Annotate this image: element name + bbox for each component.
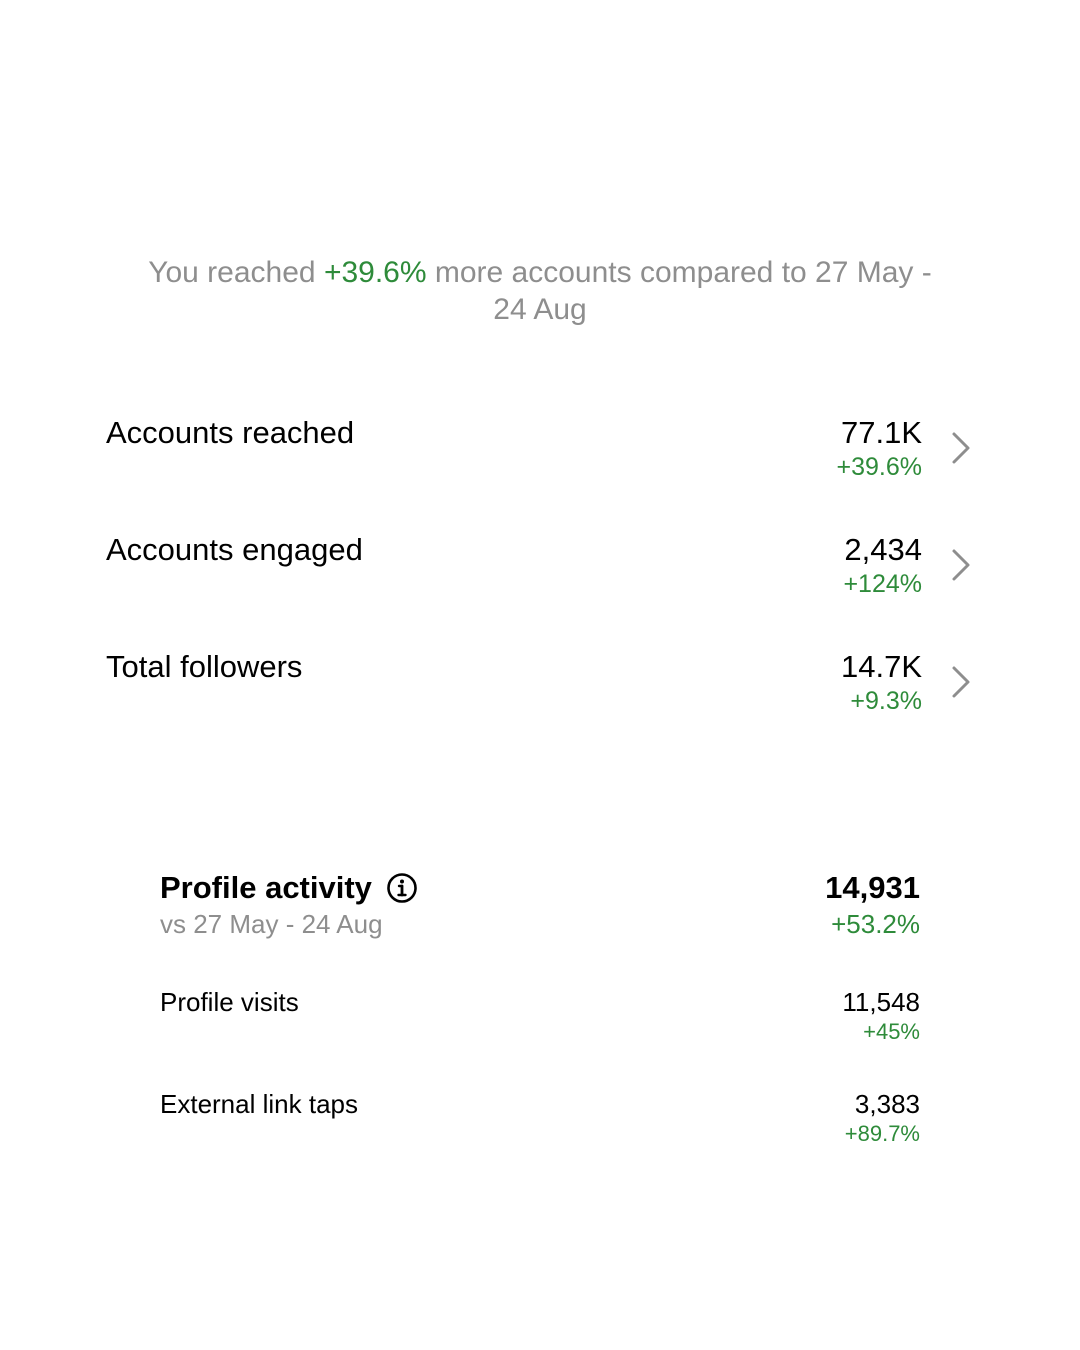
profile-activity-title-group: Profile activity [160, 868, 418, 908]
summary-prefix: You reached [148, 256, 324, 289]
metric-value: 14.7K [840, 649, 922, 684]
metric-row-total-followers[interactable]: Total followers 14.7K +9.3% [106, 648, 976, 738]
sub-metric-value: 11,548 [842, 987, 920, 1017]
sub-metric-label: Profile visits [160, 987, 299, 1017]
sub-metric-label: External link taps [160, 1089, 358, 1119]
sub-metric-value: 3,383 [854, 1089, 920, 1119]
reach-summary: You reached +39.6% more accounts compare… [140, 254, 940, 328]
sub-metric-change: +89.7% [844, 1121, 920, 1146]
chevron-right-icon[interactable] [946, 662, 976, 702]
metric-change: +39.6% [836, 453, 923, 481]
profile-activity-subtitle: vs 27 May - 24 Aug [160, 909, 383, 939]
external-link-taps-row: External link taps 3,383 +89.7% [160, 1088, 920, 1158]
metric-row-accounts-reached[interactable]: Accounts reached 77.1K +39.6% [106, 414, 976, 504]
metric-row-accounts-engaged[interactable]: Accounts engaged 2,434 +124% [106, 531, 976, 621]
metric-value: 2,434 [844, 532, 922, 567]
profile-activity-title: Profile activity [160, 870, 372, 905]
profile-activity-header: Profile activity vs 27 May - 24 Aug 14,9… [160, 868, 920, 948]
info-icon[interactable] [386, 872, 418, 904]
metric-label: Total followers [106, 649, 303, 684]
profile-visits-row: Profile visits 11,548 +45% [160, 986, 920, 1056]
sub-metric-change: +45% [863, 1019, 920, 1044]
chevron-right-icon[interactable] [946, 428, 976, 468]
profile-activity-change: +53.2% [831, 909, 920, 939]
profile-activity-total: 14,931 [825, 870, 920, 905]
metric-label: Accounts reached [106, 415, 355, 450]
metric-value: 77.1K [840, 415, 922, 450]
summary-suffix: more accounts compared to 27 May - 24 Au… [426, 256, 932, 326]
metric-change: +9.3% [850, 687, 922, 715]
chevron-right-icon[interactable] [946, 545, 976, 585]
metric-change: +124% [843, 570, 922, 598]
metric-label: Accounts engaged [106, 532, 363, 567]
summary-highlight: +39.6% [323, 256, 427, 289]
